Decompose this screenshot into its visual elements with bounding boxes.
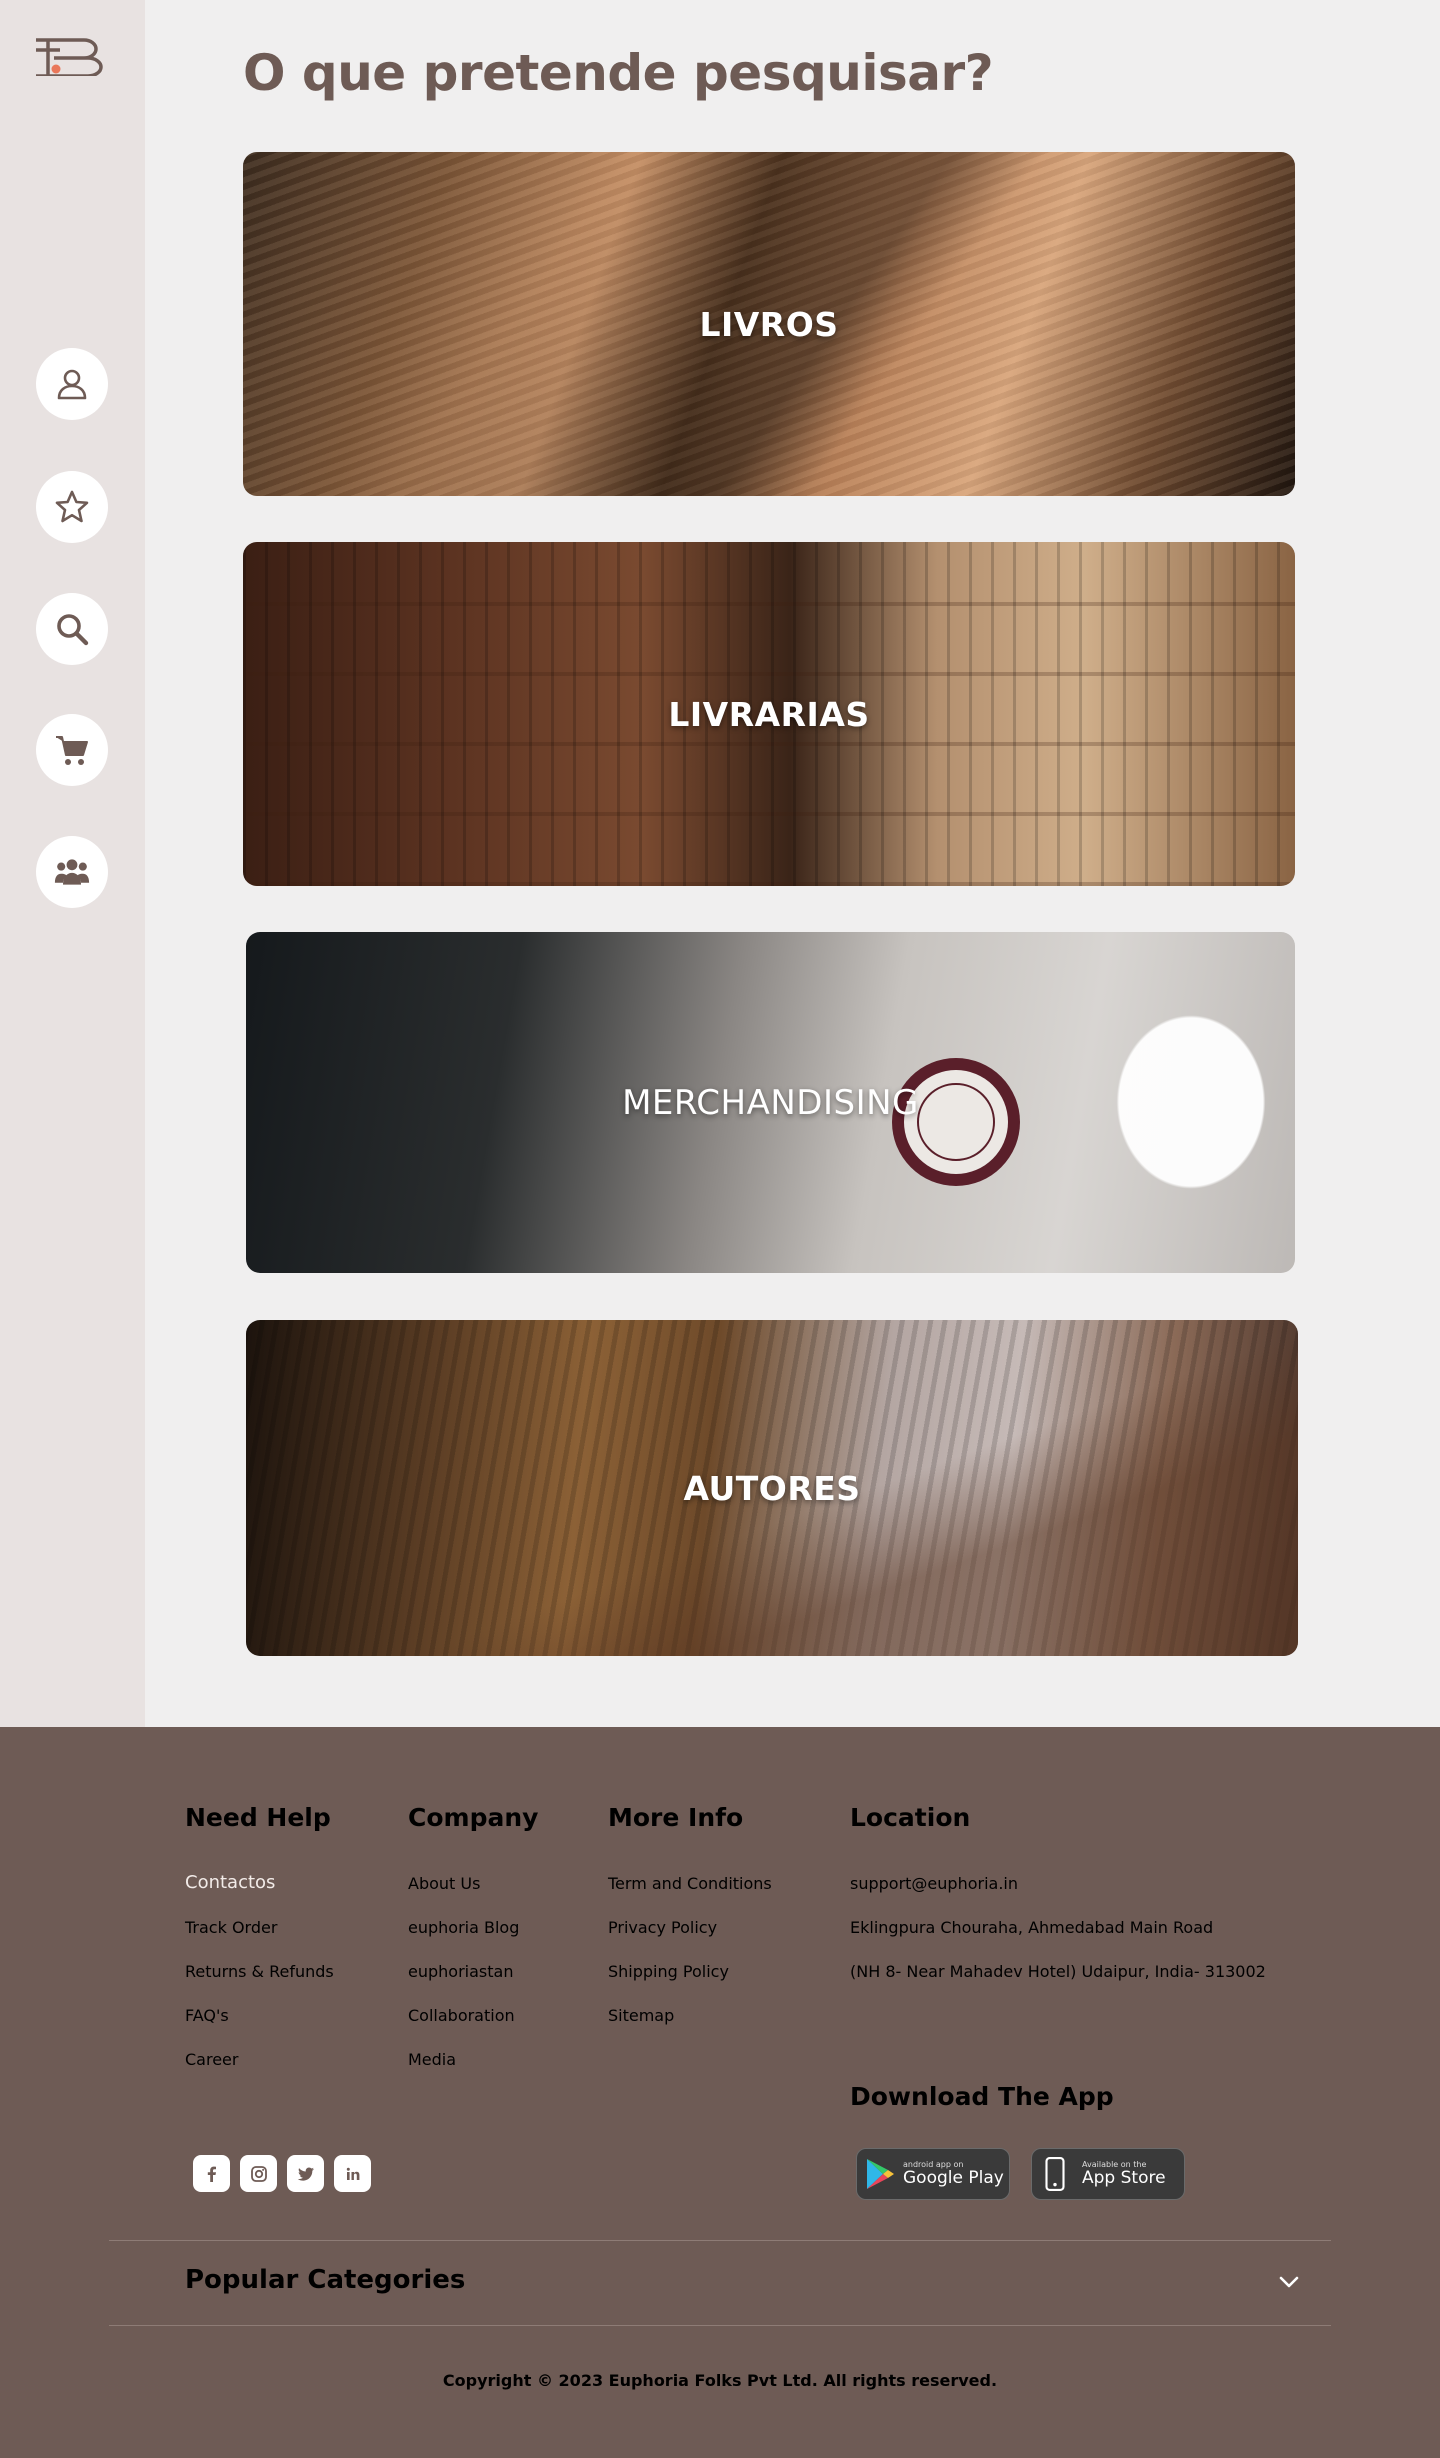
shipping-link[interactable]: Shipping Policy bbox=[608, 1962, 729, 1981]
profile-button[interactable] bbox=[36, 348, 108, 420]
app-store-big-text: App Store bbox=[1082, 2168, 1166, 2189]
facebook-button[interactable] bbox=[193, 2155, 230, 2192]
sidebar bbox=[0, 0, 145, 1727]
category-card-merchandising[interactable]: MERCHANDISING bbox=[246, 932, 1295, 1273]
category-label: LIVRARIAS bbox=[668, 694, 870, 734]
terms-link[interactable]: Term and Conditions bbox=[608, 1874, 772, 1893]
category-label: LIVROS bbox=[699, 304, 839, 344]
career-link[interactable]: Career bbox=[185, 2050, 238, 2069]
app-store-text: Available on the App Store bbox=[1082, 2160, 1166, 2188]
user-icon bbox=[57, 369, 87, 400]
google-play-big-text: Google Play bbox=[903, 2168, 1004, 2189]
twitter-icon bbox=[297, 2167, 314, 2181]
contactos-link[interactable]: Contactos bbox=[185, 1872, 275, 1893]
chevron-down-icon[interactable] bbox=[1277, 2270, 1301, 2294]
google-play-button[interactable]: android app on Google Play bbox=[856, 2148, 1010, 2200]
returns-link[interactable]: Returns & Refunds bbox=[185, 1962, 334, 1981]
page-title: O que pretende pesquisar? bbox=[243, 44, 994, 102]
faqs-link[interactable]: FAQ's bbox=[185, 2006, 229, 2025]
category-card-livrarias[interactable]: LIVRARIAS bbox=[243, 542, 1295, 886]
linkedin-icon bbox=[346, 2167, 359, 2180]
users-icon bbox=[54, 859, 90, 885]
location-title: Location bbox=[850, 1803, 971, 1832]
favorites-button[interactable] bbox=[36, 471, 108, 543]
search-icon bbox=[57, 614, 89, 646]
facebook-icon bbox=[207, 2166, 216, 2182]
footer-divider-top bbox=[109, 2240, 1331, 2241]
linkedin-button[interactable] bbox=[334, 2155, 371, 2192]
copyright-text: Copyright © 2023 Euphoria Folks Pvt Ltd.… bbox=[442, 2371, 998, 2390]
popular-categories-toggle[interactable]: Popular Categories bbox=[185, 2265, 465, 2295]
more-info-title: More Info bbox=[608, 1803, 744, 1832]
category-label: MERCHANDISING bbox=[622, 1082, 919, 1123]
footer-divider-bottom bbox=[109, 2325, 1331, 2326]
about-us-link[interactable]: About Us bbox=[408, 1874, 480, 1893]
sitemap-link[interactable]: Sitemap bbox=[608, 2006, 674, 2025]
category-label: AUTORES bbox=[683, 1468, 861, 1508]
cart-icon bbox=[56, 736, 88, 765]
star-icon bbox=[55, 490, 89, 523]
twitter-button[interactable] bbox=[287, 2155, 324, 2192]
category-card-autores[interactable]: AUTORES bbox=[246, 1320, 1298, 1656]
download-app-title: Download The App bbox=[850, 2082, 1114, 2111]
collaboration-link[interactable]: Collaboration bbox=[408, 2006, 515, 2025]
app-store-button[interactable]: Available on the App Store bbox=[1031, 2148, 1185, 2200]
footer bbox=[0, 1727, 1440, 2458]
instagram-icon bbox=[250, 2165, 267, 2182]
category-card-livros[interactable]: LIVROS bbox=[243, 152, 1295, 496]
address-line-2: (NH 8- Near Mahadev Hotel) Udaipur, Indi… bbox=[850, 1962, 1266, 1981]
track-order-link[interactable]: Track Order bbox=[185, 1918, 277, 1937]
google-play-icon bbox=[867, 2159, 894, 2189]
media-link[interactable]: Media bbox=[408, 2050, 456, 2069]
logo-icon[interactable] bbox=[34, 36, 108, 76]
search-button[interactable] bbox=[36, 593, 108, 665]
community-button[interactable] bbox=[36, 836, 108, 908]
euphoriastan-link[interactable]: euphoriastan bbox=[408, 1962, 513, 1981]
need-help-title: Need Help bbox=[185, 1803, 331, 1832]
privacy-link[interactable]: Privacy Policy bbox=[608, 1918, 717, 1937]
blog-link[interactable]: euphoria Blog bbox=[408, 1918, 519, 1937]
cart-button[interactable] bbox=[36, 714, 108, 786]
google-play-text: android app on Google Play bbox=[903, 2160, 1004, 2188]
company-title: Company bbox=[408, 1803, 539, 1832]
support-email-link[interactable]: support@euphoria.in bbox=[850, 1874, 1018, 1893]
instagram-button[interactable] bbox=[240, 2155, 277, 2192]
phone-icon bbox=[1045, 2157, 1065, 2191]
address-line-1: Eklingpura Chouraha, Ahmedabad Main Road bbox=[850, 1918, 1214, 1937]
